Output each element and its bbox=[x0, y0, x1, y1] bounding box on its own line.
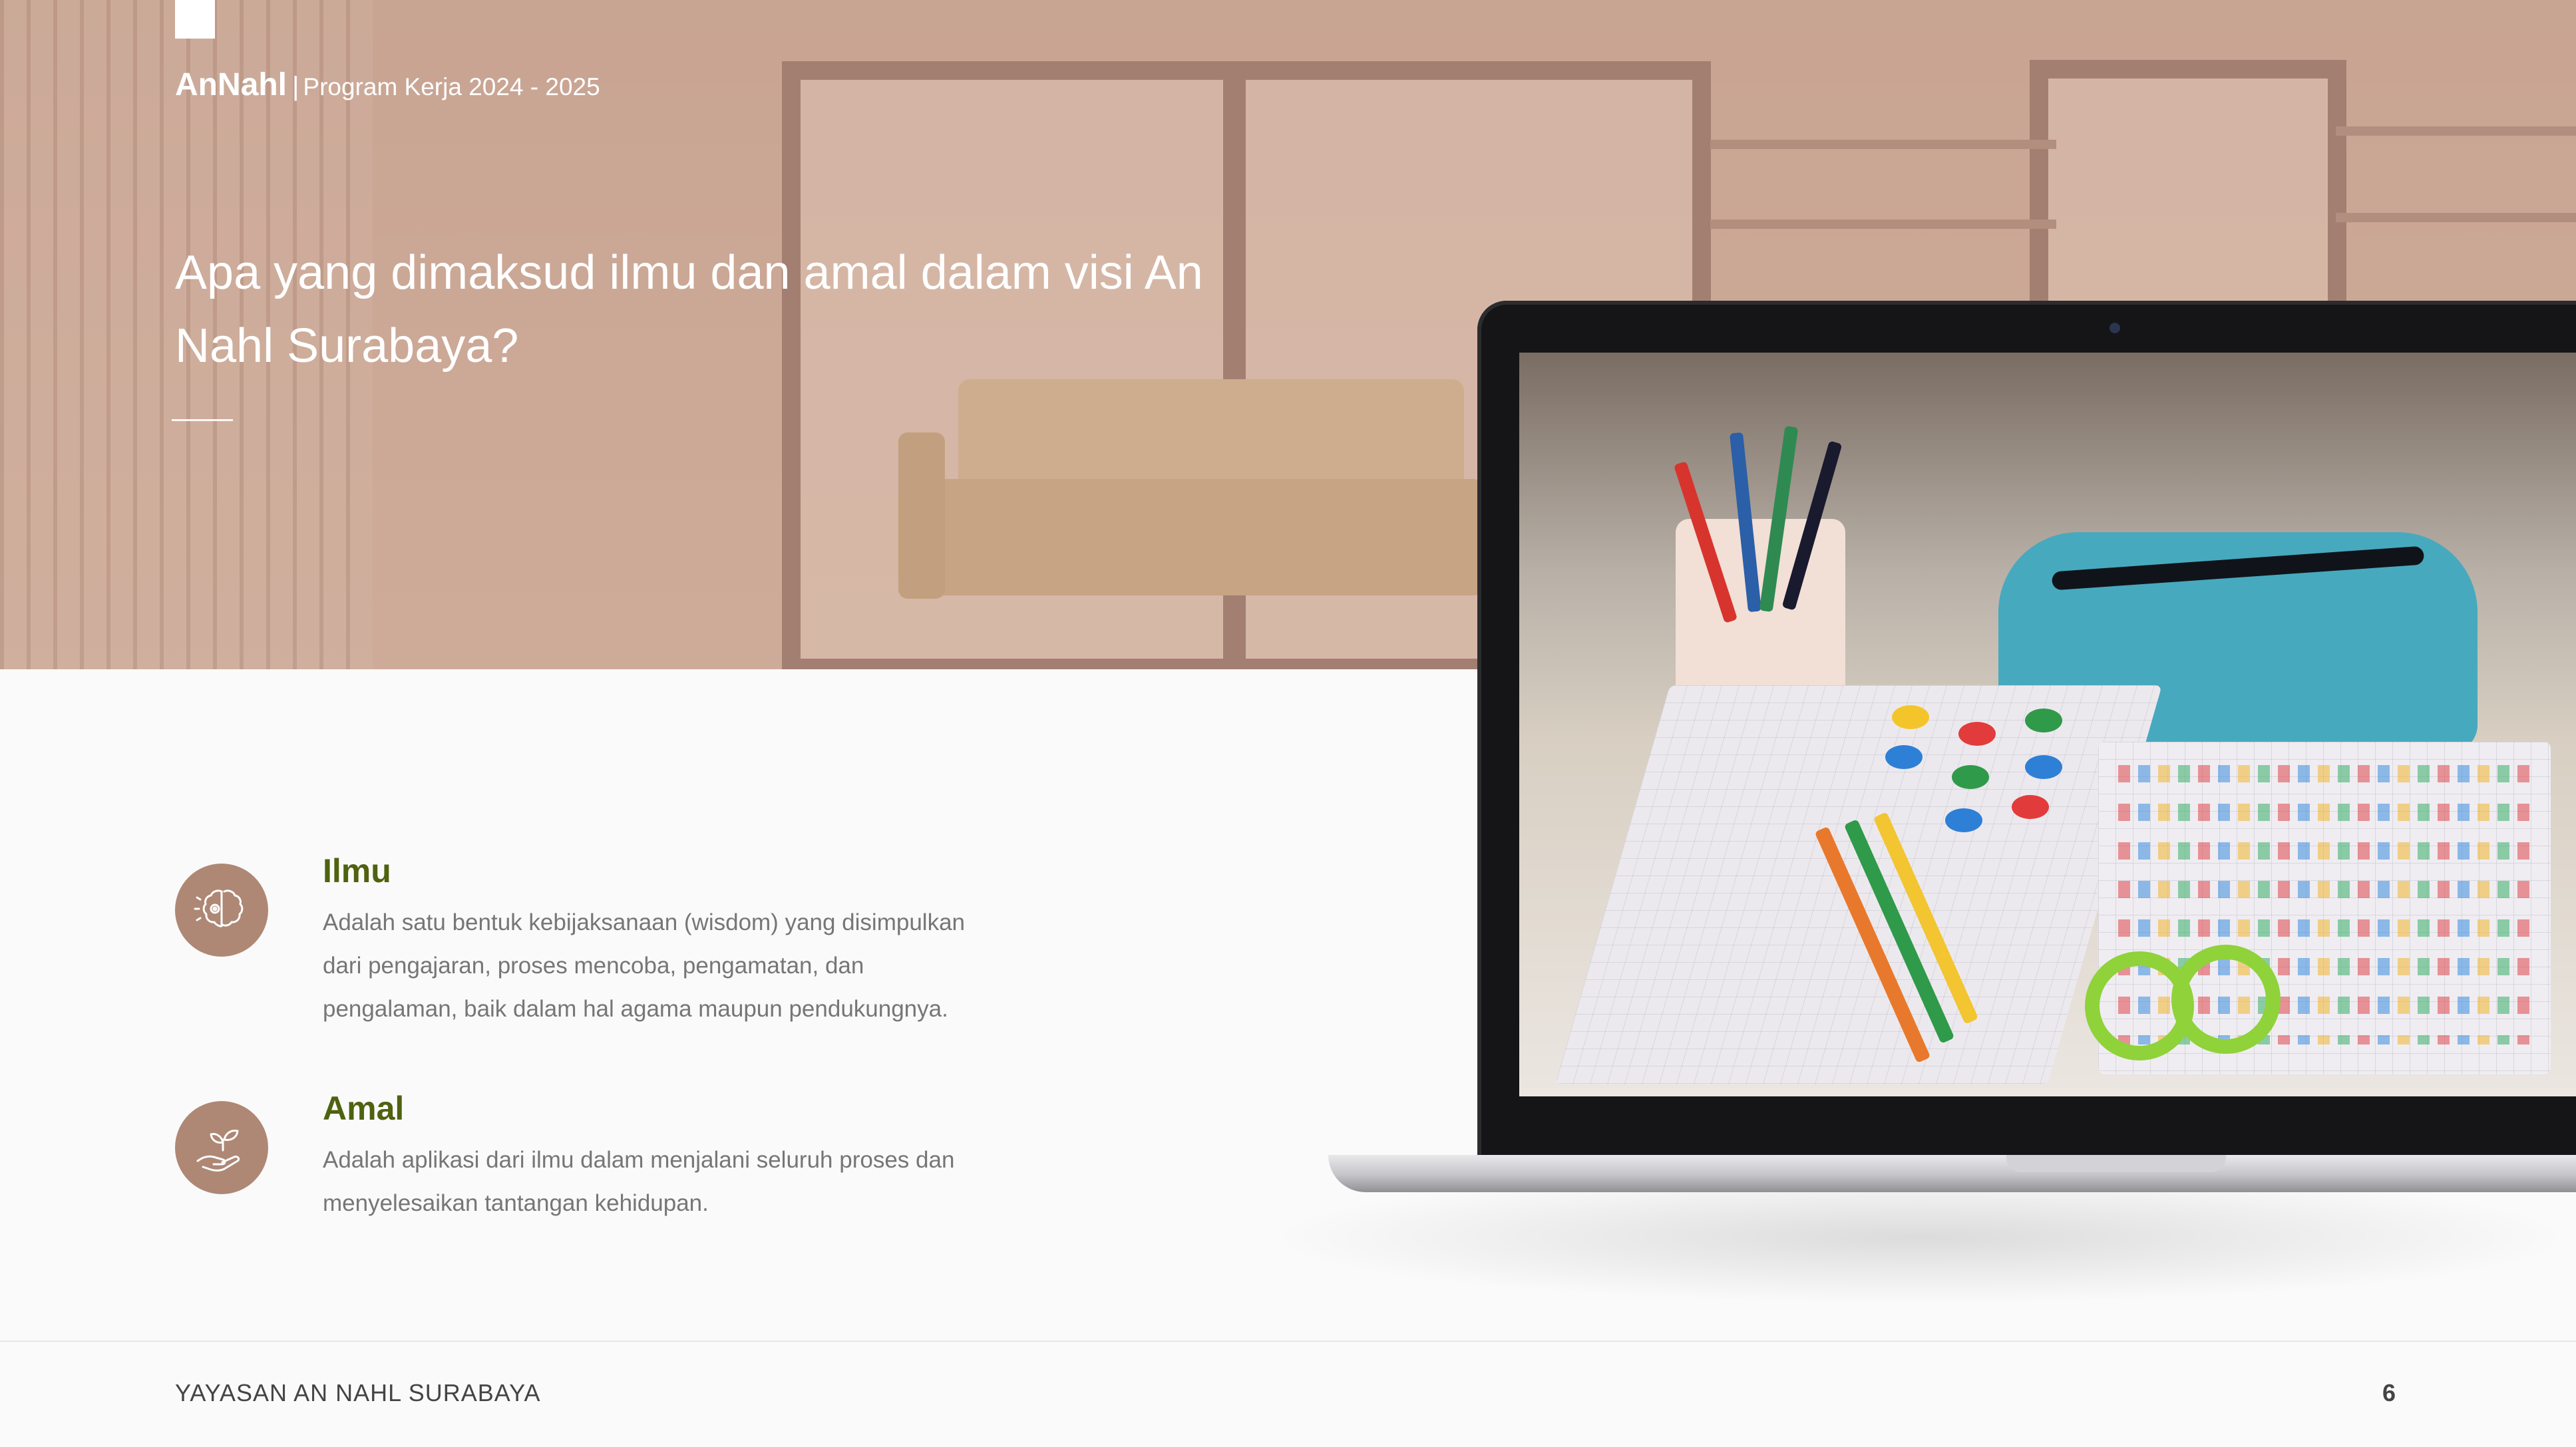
photo-scissors bbox=[2171, 945, 2281, 1054]
top-tab-marker bbox=[175, 0, 215, 39]
laptop-base bbox=[1328, 1155, 2576, 1192]
brand-name: AnNahl bbox=[175, 67, 287, 102]
photo-sticker-dot bbox=[2012, 795, 2049, 819]
hero-underline bbox=[172, 419, 233, 421]
page-number: 6 bbox=[2382, 1379, 2396, 1406]
photo-sticker-dot bbox=[1892, 705, 1929, 729]
footer-organization: YAYASAN AN NAHL SURABAYA bbox=[175, 1379, 541, 1406]
photo-sticker-dot bbox=[1958, 722, 1996, 746]
header-brand: AnNahl | Program Kerja 2024 - 2025 bbox=[175, 67, 600, 103]
brand-separator: | bbox=[292, 72, 299, 101]
photo-sticker-dot bbox=[1952, 765, 1989, 789]
laptop-screen-photo bbox=[1519, 353, 2576, 1096]
photo-sticker-dot bbox=[1945, 808, 1982, 832]
hero-title: Apa yang dimaksud ilmu dan amal dalam vi… bbox=[175, 246, 1203, 373]
laptop-notch bbox=[2006, 1155, 2226, 1172]
photo-sticker-dot bbox=[2025, 755, 2062, 779]
brain-gear-icon bbox=[175, 864, 268, 957]
footer-divider bbox=[0, 1341, 2576, 1342]
brand-subtitle: Program Kerja 2024 - 2025 bbox=[303, 73, 600, 100]
slide: AnNahl | Program Kerja 2024 - 2025 Apa yan… bbox=[0, 0, 2576, 1447]
photo-sticker-dot bbox=[2025, 709, 2062, 732]
item-desc-ilmu: Adalah satu bentuk kebijaksanaan (wisdom… bbox=[323, 909, 965, 1022]
item-title-ilmu: Ilmu bbox=[323, 852, 391, 889]
photo-notebook-left bbox=[1555, 685, 2163, 1084]
item-title-amal: Amal bbox=[323, 1090, 405, 1127]
photo-sticker-dot bbox=[1885, 745, 1923, 769]
hand-sprout-icon bbox=[175, 1101, 268, 1194]
item-desc-amal: Adalah aplikasi dari ilmu dalam menjalan… bbox=[323, 1147, 955, 1216]
laptop-camera bbox=[2110, 323, 2120, 333]
